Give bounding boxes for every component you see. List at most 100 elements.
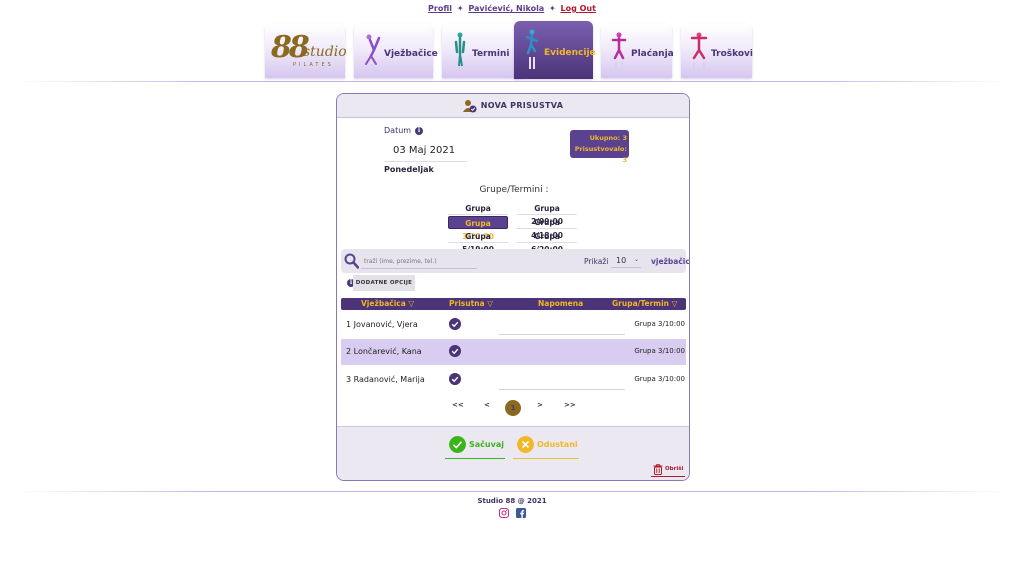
group-option[interactable]: Grupa 4/18:00 xyxy=(517,216,577,240)
member-group: Grupa 3/10:00 xyxy=(634,320,685,328)
chevron-down-icon: ▽ xyxy=(487,299,493,308)
logo-number: 88 xyxy=(271,30,310,65)
total-count: Ukupno: 3 xyxy=(589,134,627,142)
note-input[interactable] xyxy=(499,378,625,390)
user-links: Profil ✦ Pavićević, Nikola ✦ Log Out xyxy=(0,4,1024,13)
show-label: Prikaži xyxy=(584,257,609,266)
separator-icon: ✦ xyxy=(456,4,464,13)
nav-item-evidencije[interactable]: Evidencije xyxy=(514,21,596,79)
check-icon[interactable] xyxy=(449,345,461,357)
check-circle-icon xyxy=(449,436,466,453)
group-option[interactable]: Grupa 1/08:00 xyxy=(448,202,508,226)
info-icon[interactable]: i xyxy=(415,126,424,135)
user-name-link[interactable]: Pavićević, Nikola xyxy=(468,4,544,13)
check-icon[interactable] xyxy=(449,318,461,330)
note-input[interactable] xyxy=(499,323,625,335)
table-header: Vježbačica ▽ Prisutna ▽ Napomena Grupa/T… xyxy=(341,298,686,310)
pilates-figure-icon xyxy=(690,32,708,72)
delete-label: Obriši xyxy=(665,466,684,472)
pilates-figure-icon xyxy=(525,29,539,69)
column-header-label: Grupa/Termin xyxy=(612,299,669,308)
extra-options-button[interactable]: DODATNE OPCIJE xyxy=(353,275,415,291)
close-circle-icon xyxy=(517,436,534,453)
table-row[interactable]: 3 Radanović, Marija Grupa 3/10:00 xyxy=(341,367,686,393)
trash-icon xyxy=(653,464,663,475)
logout-link[interactable]: Log Out xyxy=(561,4,596,13)
pilates-figure-icon xyxy=(365,34,381,73)
date-label: Datum xyxy=(384,126,412,135)
separator-icon: ✦ xyxy=(549,4,556,13)
member-name: 3 Radanović, Marija xyxy=(346,375,425,384)
social-links xyxy=(499,508,526,518)
card-title: NOVA PRISUSTVA xyxy=(480,101,564,110)
totals-badge: Ukupno: 3 Prisustvovalo: 3 xyxy=(570,130,629,164)
copyright-text: Studio 88 @ 2021 xyxy=(477,497,547,505)
pager-current-page[interactable]: 1 xyxy=(505,400,521,416)
search-input[interactable]: traži (ime, prezime, tel.) xyxy=(361,254,477,269)
cancel-label: Odustani xyxy=(537,440,578,449)
nav-item-label: Plaćanja xyxy=(631,49,674,59)
group-option[interactable]: Grupa 6/20:00 xyxy=(517,230,577,254)
main-nav: 88 studio PILATES Vježbačice Termini Evi… xyxy=(0,21,1024,79)
member-group: Grupa 3/10:00 xyxy=(634,347,685,355)
nav-item-termini[interactable]: Termini xyxy=(442,24,521,78)
profile-link[interactable]: Profil xyxy=(428,4,452,13)
nav-item-label: Termini xyxy=(472,49,510,59)
nav-divider xyxy=(15,81,1009,82)
column-header-name[interactable]: Vježbačica ▽ xyxy=(361,299,414,308)
column-header-label: Prisutna xyxy=(449,299,485,308)
date-label-wrap: Datum i xyxy=(384,126,424,135)
page-size-value: 10 xyxy=(616,256,627,265)
card-actions: Sačuvaj Odustani Obriši xyxy=(337,426,689,480)
logo-script: studio xyxy=(303,44,347,60)
group-option[interactable]: Grupa 5/19:00 xyxy=(448,230,508,254)
date-field[interactable]: 03 Maj 2021 xyxy=(385,138,467,162)
table-row[interactable]: 2 Lončarević, Kana Grupa 3/10:00 xyxy=(341,339,686,365)
search-bar: traži (ime, prezime, tel.) Prikaži 10 ⌄ … xyxy=(341,249,689,273)
attendance-card: NOVA PRISUSTVA Datum i 03 Maj 2021 Ponede… xyxy=(336,93,690,481)
column-header-note: Napomena xyxy=(538,299,584,308)
search-icon[interactable] xyxy=(344,253,359,269)
member-group: Grupa 3/10:00 xyxy=(634,375,685,383)
pager-prev-button[interactable]: < xyxy=(484,401,490,409)
column-header-label: Vježbačica xyxy=(361,299,406,308)
chevron-down-icon: ▽ xyxy=(671,299,678,308)
pager-first-button[interactable]: << xyxy=(452,401,464,409)
show-suffix: vježbačica xyxy=(651,257,690,266)
weekday-text: Ponedeljak xyxy=(384,165,434,174)
groups-title: Grupe/Termini : xyxy=(479,185,549,195)
page-size-select[interactable]: 10 ⌄ xyxy=(611,253,641,268)
group-option[interactable]: Grupa 2/09:00 xyxy=(517,202,577,226)
member-name: 2 Lončarević, Kana xyxy=(346,347,422,356)
logo-subtitle: PILATES xyxy=(293,62,334,68)
nav-item-vjezbacice[interactable]: Vježbačice xyxy=(354,24,438,78)
nav-item-placanja[interactable]: Plaćanja xyxy=(601,24,674,78)
delete-button[interactable]: Obriši xyxy=(651,463,685,477)
nav-item-label: Vježbačice xyxy=(384,49,438,59)
pager-last-button[interactable]: >> xyxy=(564,401,576,409)
pilates-figure-icon xyxy=(454,32,466,73)
chevron-down-icon: ▽ xyxy=(408,299,415,308)
nav-item-label: Evidencije xyxy=(544,48,596,58)
column-header-present[interactable]: Prisutna ▽ xyxy=(449,299,493,308)
save-button[interactable]: Sačuvaj xyxy=(445,435,505,459)
table-row[interactable]: 1 Jovanović, Vjera Grupa 3/10:00 xyxy=(341,312,686,338)
cancel-button[interactable]: Odustani xyxy=(513,435,579,459)
check-icon[interactable] xyxy=(449,373,461,385)
column-header-group[interactable]: Grupa/Termin ▽ xyxy=(612,299,677,308)
instagram-icon[interactable] xyxy=(499,508,509,518)
member-name: 1 Jovanović, Vjera xyxy=(346,320,418,329)
chevron-down-icon: ⌄ xyxy=(633,256,639,263)
attendance-icon xyxy=(462,99,477,112)
nav-item-troskovi[interactable]: Troškovi xyxy=(681,24,754,78)
pilates-figure-icon xyxy=(611,32,627,72)
nav-item-label: Troškovi xyxy=(711,49,754,59)
present-count: Prisustvovalo: 3 xyxy=(574,145,627,164)
logo-button[interactable]: 88 studio PILATES xyxy=(265,24,347,78)
save-label: Sačuvaj xyxy=(469,440,504,449)
group-option-selected[interactable]: Grupa 3/10:00 xyxy=(448,216,508,241)
footer-divider xyxy=(15,491,1009,492)
card-header: NOVA PRISUSTVA xyxy=(337,94,689,118)
pager-next-button[interactable]: > xyxy=(537,401,543,409)
facebook-icon[interactable] xyxy=(516,508,526,518)
